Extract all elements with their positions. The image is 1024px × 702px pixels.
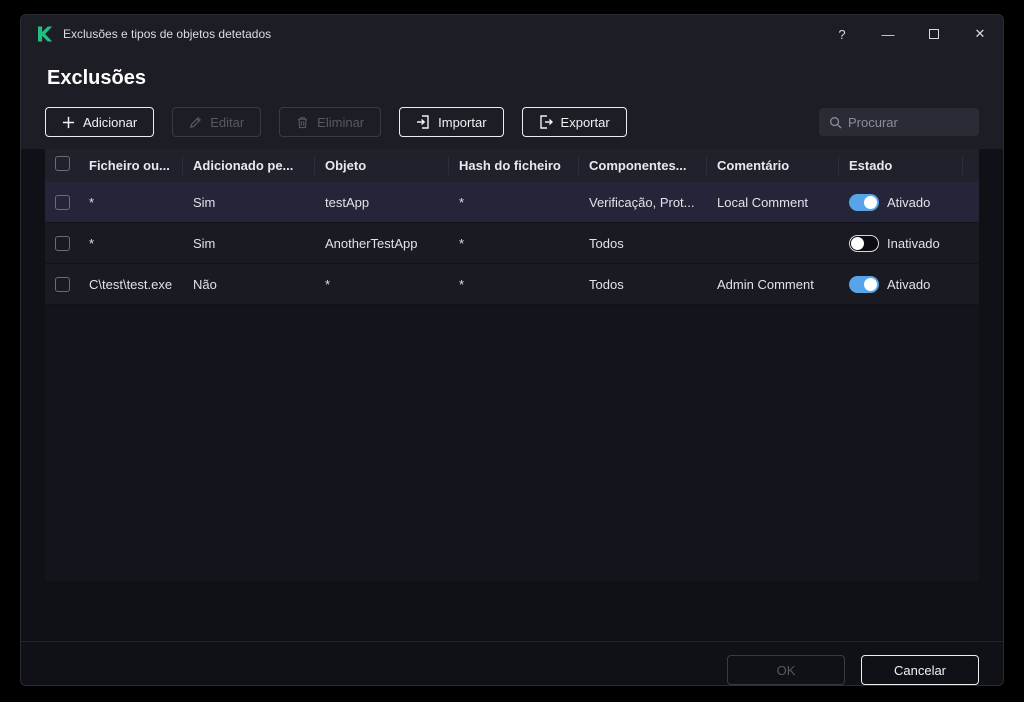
cell-object: * [325,276,331,292]
search-box[interactable] [819,108,979,136]
table-row[interactable]: C\test\test.exe Não * * Todos Admin Comm… [45,264,979,305]
desktop-background: Exclusões e tipos de objetos detetados ?… [0,0,1024,702]
plus-icon [62,116,75,128]
cell-components: Todos [589,276,624,292]
export-icon [539,115,553,129]
table-empty-area [45,305,979,581]
titlebar: Exclusões e tipos de objetos detetados ?… [21,15,1003,53]
cell-hash: * [459,276,465,292]
cell-components: Verificação, Prot... [589,194,695,210]
cell-object: AnotherTestApp [325,235,418,251]
cell-file: * [89,194,95,210]
cancel-button[interactable]: Cancelar [861,655,979,685]
app-window: Exclusões e tipos de objetos detetados ?… [20,14,1004,686]
kaspersky-logo-icon [38,26,53,42]
cell-added: Sim [193,194,216,210]
row-checkbox[interactable] [54,276,70,292]
header-section: Exclusões Adicionar Editar Eliminar Impo… [21,53,1003,149]
toggle-knob [864,277,877,291]
row-checkbox-cell [45,276,79,292]
import-button[interactable]: Importar [399,107,504,137]
search-icon [830,116,842,129]
maximize-button[interactable] [911,15,957,53]
state-toggle[interactable] [849,234,879,252]
close-button[interactable]: ✕ [957,15,1003,53]
cell-state: Ativado [839,275,963,293]
column-header-hash: Hash do ficheiro [449,156,579,175]
cell-hash: * [459,194,465,210]
cell-components: Todos [589,235,624,251]
export-button[interactable]: Exportar [521,107,627,137]
state-label: Inativado [887,235,940,251]
cell-state: Ativado [839,193,963,211]
select-all-checkbox[interactable] [54,156,70,171]
cell-state: Inativado [839,234,963,252]
content-section: Ficheiro ou... Adicionado pe... Objeto H… [21,149,1003,685]
cell-file: * [89,235,95,251]
state-label: Ativado [887,194,931,210]
select-all-cell [45,156,79,175]
column-header-added: Adicionado pe... [183,156,315,175]
table-row[interactable]: * Sim testApp * Verificação, Prot... Loc… [45,182,979,223]
cell-object: testApp [325,194,370,210]
help-button[interactable]: ? [819,15,865,53]
row-checkbox[interactable] [54,235,70,251]
add-button[interactable]: Adicionar [45,107,155,137]
minimize-button[interactable]: — [865,15,911,53]
row-checkbox-cell [45,235,79,251]
cell-comment: Local Comment [717,194,809,210]
cell-comment: Admin Comment [717,276,814,292]
search-input[interactable] [848,114,969,130]
exclusions-table: Ficheiro ou... Adicionado pe... Objeto H… [45,149,979,581]
state-label: Ativado [887,276,931,292]
column-header-file: Ficheiro ou... [79,156,183,175]
column-header-filler [963,156,983,175]
add-button-label: Adicionar [83,114,138,130]
cell-added: Sim [193,235,216,251]
maximize-icon [929,29,939,39]
row-checkbox[interactable] [54,194,70,210]
column-header-object: Objeto [315,156,449,175]
edit-button: Editar [172,107,262,137]
import-button-label: Importar [438,114,487,130]
toggle-knob [851,236,864,250]
column-header-components: Componentes... [579,156,707,175]
column-header-state: Estado [839,156,963,175]
delete-button: Eliminar [279,107,382,137]
page-title: Exclusões [47,67,146,89]
delete-button-label: Eliminar [317,114,365,130]
table-header-row: Ficheiro ou... Adicionado pe... Objeto H… [45,149,979,182]
column-header-comment: Comentário [707,156,839,175]
trash-icon [298,116,308,128]
state-toggle[interactable] [849,275,879,293]
state-toggle[interactable] [849,193,879,211]
cell-file: C\test\test.exe [89,276,173,292]
table-row[interactable]: * Sim AnotherTestApp * Todos Inativado [45,223,979,264]
edit-button-label: Editar [210,114,245,130]
cell-hash: * [459,235,465,251]
cell-added: Não [193,276,217,292]
row-checkbox-cell [45,194,79,210]
toolbar: Adicionar Editar Eliminar Importar Expor… [21,91,1003,149]
export-button-label: Exportar [560,114,610,130]
window-controls: ? — ✕ [819,15,1003,53]
window-title: Exclusões e tipos de objetos detetados [63,27,272,41]
pencil-icon [190,116,202,128]
footer: OK Cancelar [21,641,1003,685]
toggle-knob [864,195,877,209]
import-icon [417,115,429,129]
ok-button: OK [727,655,845,685]
